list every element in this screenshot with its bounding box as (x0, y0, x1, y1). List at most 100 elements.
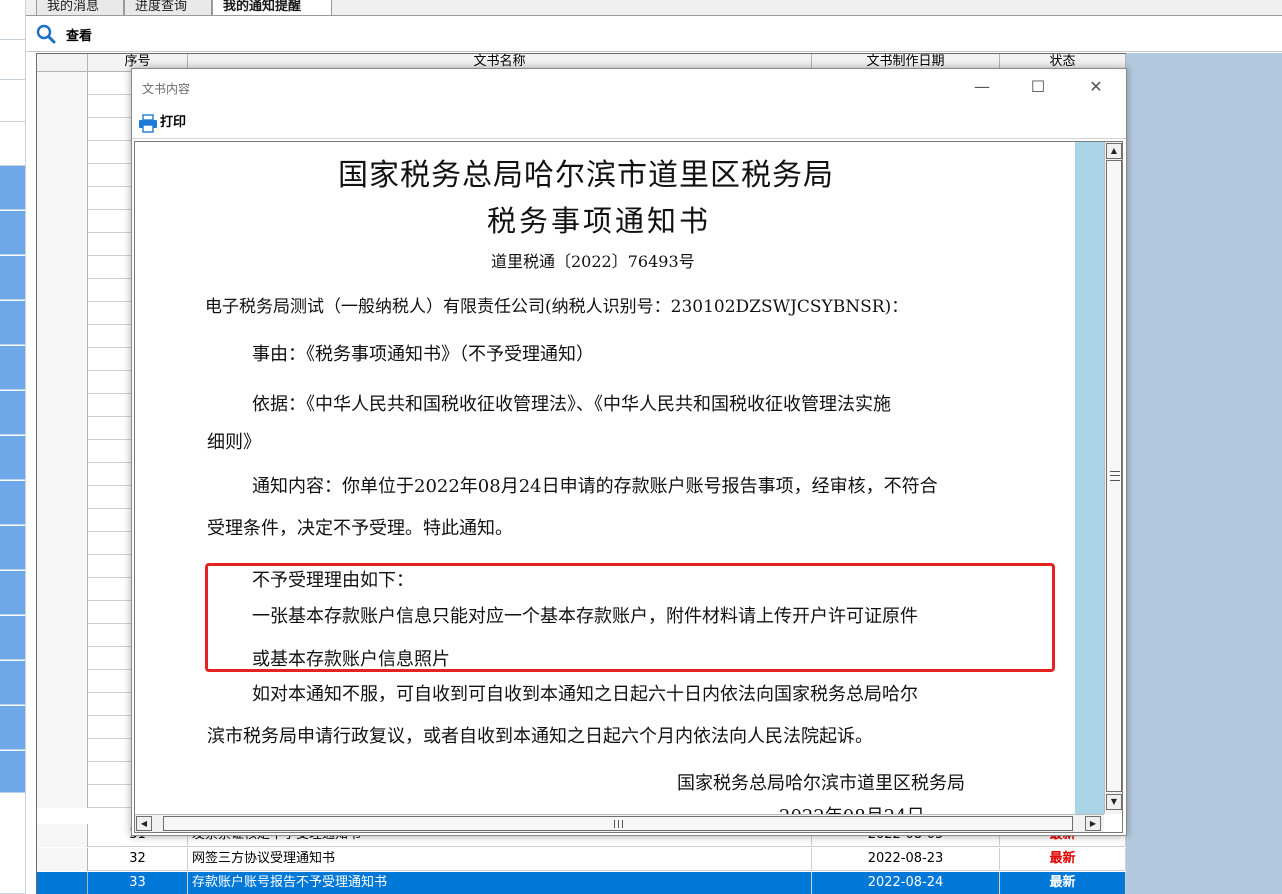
vertical-scroll-thumb[interactable] (1106, 160, 1122, 792)
sidebar-block[interactable] (0, 391, 25, 435)
document-reason: 事由：《税务事项通知书》（不予受理通知） (252, 344, 594, 365)
row-header[interactable] (37, 371, 88, 394)
dialog-titlebar[interactable]: 文书内容 — ☐ ✕ (132, 69, 1126, 107)
document-basis-cont: 细则》 (207, 432, 261, 453)
view-button[interactable]: 查看 (66, 25, 92, 44)
row-header[interactable] (37, 848, 88, 871)
document-content-cont: 受理条件，决定不予受理。特此通知。 (207, 518, 513, 539)
grid-background (1126, 53, 1282, 894)
row-header[interactable] (37, 463, 88, 486)
row-header[interactable] (37, 279, 88, 302)
grip-icon (614, 820, 623, 828)
document-appeal: 如对本通知不服，可自收到可自收到本通知之日起六十日内依法向国家税务总局哈尔 (252, 684, 918, 705)
sidebar-block[interactable] (0, 122, 25, 166)
row-header[interactable] (37, 716, 88, 739)
row-header[interactable] (37, 440, 88, 463)
row-header[interactable] (37, 578, 88, 601)
row-header[interactable] (37, 624, 88, 647)
sidebar-block[interactable] (0, 481, 25, 525)
horizontal-scroll-thumb[interactable] (163, 816, 1073, 831)
left-sidebar (0, 0, 26, 894)
tab-progress-query[interactable]: 进度查询 (124, 0, 212, 16)
table-row[interactable]: 33 存款账户账号报告不予受理通知书 2022-08-24 最新 (37, 872, 1126, 894)
sidebar-block[interactable] (0, 751, 25, 793)
row-header[interactable] (37, 486, 88, 509)
row-header[interactable] (37, 256, 88, 279)
row-header[interactable] (37, 739, 88, 762)
document-date: 2022-08-24 (812, 872, 1000, 894)
row-header[interactable] (37, 394, 88, 417)
sidebar-block[interactable] (0, 616, 25, 660)
row-header[interactable] (37, 509, 88, 532)
row-header[interactable] (37, 187, 88, 210)
page-margin (1075, 142, 1104, 814)
sidebar-block[interactable] (0, 40, 25, 80)
row-header[interactable] (37, 647, 88, 670)
sidebar-block[interactable] (0, 256, 25, 300)
row-header[interactable] (37, 601, 88, 624)
row-header[interactable] (37, 785, 88, 808)
document-content: 通知内容：你单位于2022年08月24日申请的存款账户账号报告事项，经审核，不符… (252, 476, 938, 497)
table-row[interactable]: 32 网签三方协议受理通知书 2022-08-23 最新 (37, 848, 1126, 871)
row-header[interactable] (37, 555, 88, 578)
row-header[interactable] (37, 762, 88, 785)
row-header[interactable] (37, 95, 88, 118)
sidebar-block[interactable] (0, 526, 25, 570)
sidebar-block[interactable] (0, 80, 25, 122)
highlight-box (205, 563, 1055, 672)
close-button[interactable]: ✕ (1068, 69, 1124, 107)
scroll-left-icon[interactable]: ◀ (136, 816, 152, 831)
row-header[interactable] (37, 72, 88, 95)
dialog-toolbar: 打印 (132, 107, 1126, 139)
row-header[interactable] (37, 118, 88, 141)
sidebar-block[interactable] (0, 346, 25, 390)
document-viewer[interactable]: 国家税务总局哈尔滨市道里区税务局 税务事项通知书 道里税通〔2022〕76493… (134, 141, 1123, 833)
row-header[interactable] (37, 210, 88, 233)
scroll-up-icon[interactable]: ▲ (1106, 143, 1122, 159)
document-basis: 依据：《中华人民共和国税收征收管理法》、《中华人民共和国税收征收管理法实施 (252, 394, 891, 415)
search-icon[interactable] (36, 24, 56, 44)
maximize-button[interactable]: ☐ (1010, 69, 1066, 107)
status-badge: 最新 (1000, 872, 1126, 894)
row-header[interactable] (37, 824, 88, 847)
status-badge: 最新 (1000, 848, 1126, 871)
print-button[interactable]: 打印 (136, 113, 186, 135)
printer-icon (139, 114, 157, 133)
row-header-corner (37, 54, 88, 72)
row-header[interactable] (37, 532, 88, 555)
row-header[interactable] (37, 872, 88, 894)
row-header[interactable] (37, 348, 88, 371)
sidebar-block[interactable] (0, 0, 25, 40)
sidebar-block[interactable] (0, 166, 25, 210)
row-header[interactable] (37, 141, 88, 164)
horizontal-scrollbar[interactable]: ◀ ▶ (135, 814, 1104, 832)
tab-my-messages[interactable]: 我的消息 (36, 0, 124, 16)
minimize-button[interactable]: — (954, 69, 1010, 107)
sidebar-block[interactable] (0, 211, 25, 255)
scroll-down-icon[interactable]: ▼ (1106, 794, 1122, 810)
row-header[interactable] (37, 670, 88, 693)
tab-my-notifications[interactable]: 我的通知提醒 (212, 0, 332, 16)
row-header[interactable] (37, 302, 88, 325)
sidebar-block[interactable] (0, 706, 25, 750)
row-header[interactable] (37, 693, 88, 716)
row-header[interactable] (37, 417, 88, 440)
print-label: 打印 (160, 115, 187, 130)
sidebar-block[interactable] (0, 571, 25, 615)
row-header[interactable] (37, 325, 88, 348)
document-number: 道里税通〔2022〕76493号 (491, 252, 695, 271)
sidebar-block[interactable] (0, 301, 25, 345)
vertical-scrollbar[interactable]: ▲ ▼ (1104, 142, 1122, 814)
document-appeal-cont: 滨市税务局申请行政复议，或者自收到本通知之日起六个月内依法向人民法院起诉。 (207, 726, 873, 747)
document-name: 网签三方协议受理通知书 (188, 848, 812, 871)
document-name: 存款账户账号报告不予受理通知书 (188, 872, 812, 894)
document-signature: 国家税务总局哈尔滨市道里区税务局 (677, 773, 965, 794)
grip-icon (1110, 471, 1120, 481)
scroll-right-icon[interactable]: ▶ (1085, 816, 1101, 831)
row-header[interactable] (37, 233, 88, 256)
sidebar-block[interactable] (0, 661, 25, 705)
row-header[interactable] (37, 164, 88, 187)
sidebar-block[interactable] (0, 436, 25, 480)
document-date: 2022年08月24日 (779, 802, 925, 814)
document-dialog: 文书内容 — ☐ ✕ 打印 国家税务总局哈尔滨市道里区税务局 税务事项通知书 道… (131, 68, 1127, 836)
